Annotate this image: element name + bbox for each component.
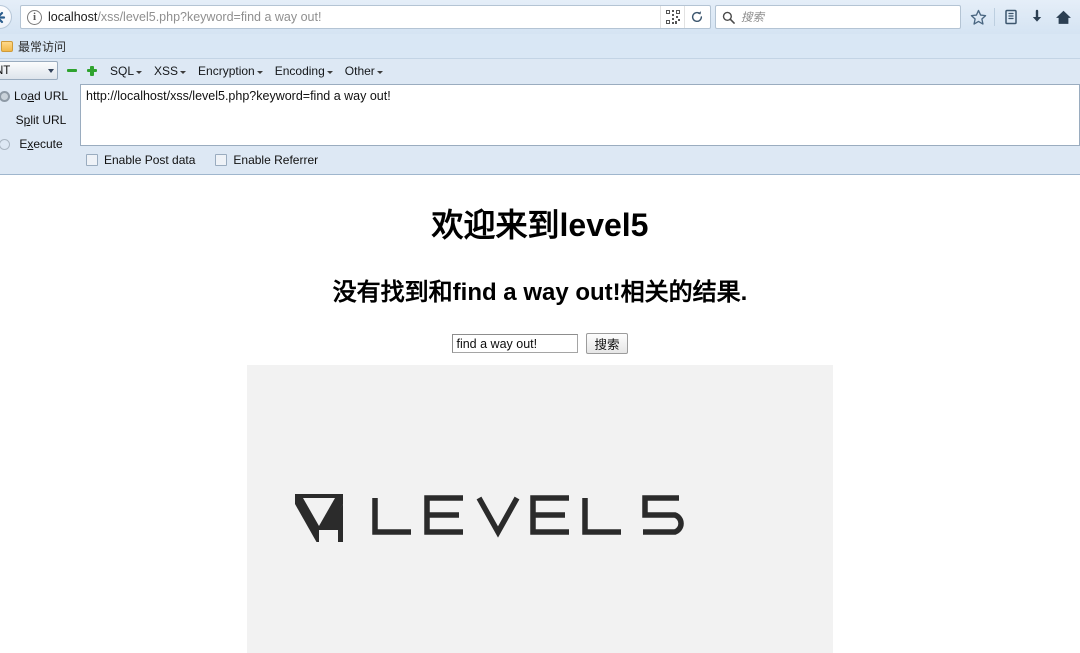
hackbar-menu-xss-label: XSS: [154, 63, 179, 78]
bookmarks-toolbar: 最常访问: [0, 34, 1080, 58]
download-arrow-icon[interactable]: [1024, 4, 1050, 30]
hackbar-profile-value: NT: [0, 64, 11, 77]
download-glyph: [1032, 9, 1042, 22]
star-glyph: [970, 9, 986, 25]
chevron-down-icon: [376, 70, 383, 74]
chevron-down-icon: [180, 70, 187, 74]
hackbar-menu-xss[interactable]: XSS: [154, 63, 187, 78]
hackbar-options: Enable Post data Enable Referrer: [80, 149, 1080, 171]
gear-icon: [0, 90, 12, 102]
back-button[interactable]: [0, 4, 16, 30]
browser-chrome: i localhost/xss/level5.php?keyword=find …: [0, 0, 1080, 58]
hackbar-profile-select[interactable]: NT: [0, 61, 58, 80]
hackbar-panel: NT SQL XSS Encryption Encoding Other: [0, 58, 1080, 175]
hackbar-url-column: http://localhost/xss/level5.php?keyword=…: [80, 82, 1080, 171]
hackbar-menu-sql[interactable]: SQL: [110, 63, 143, 78]
hackbar-menubar: NT SQL XSS Encryption Encoding Other: [0, 59, 1080, 82]
hackbar-menu-encoding[interactable]: Encoding: [275, 64, 333, 78]
load-url-label: Load URL: [13, 89, 69, 103]
back-arrow-icon[interactable]: [0, 5, 12, 29]
hackbar-action-column: Load URL Split URL Execute: [0, 82, 80, 156]
split-url-button[interactable]: Split URL: [0, 108, 80, 132]
reload-glyph: [691, 11, 702, 23]
chevron-down-icon: [48, 68, 54, 73]
url-path: /xss/level5.php?keyword=find a way out!: [97, 10, 322, 24]
bookmark-label: 最常访问: [18, 39, 67, 54]
hackbar-url-textarea[interactable]: http://localhost/xss/level5.php?keyword=…: [80, 84, 1080, 146]
split-url-label: Split URL: [15, 113, 67, 127]
search-placeholder-text: 搜索: [741, 12, 764, 24]
enable-referrer-label: Enable Referrer: [233, 153, 319, 167]
bookmark-most-visited[interactable]: 最常访问: [0, 36, 71, 57]
home-glyph: [1055, 10, 1071, 24]
execute-button[interactable]: Execute: [0, 132, 80, 156]
hackbar-body: Load URL Split URL Execute http://localh…: [0, 82, 1080, 171]
reload-icon[interactable]: [684, 6, 708, 28]
page-content: 欢迎来到level5 没有找到和find a way out!相关的结果. 搜索: [0, 175, 1080, 653]
info-icon[interactable]: i: [27, 9, 42, 25]
qr-code-icon[interactable]: [660, 6, 684, 28]
execute-label: Execute: [19, 137, 63, 151]
hackbar-menu-other-label: Other: [344, 63, 375, 78]
level5-wordmark: [372, 494, 684, 538]
home-icon[interactable]: [1050, 4, 1076, 30]
url-host: localhost: [48, 10, 98, 24]
qr-code-glyph: [665, 10, 680, 24]
chrome-button-group: [965, 4, 1076, 30]
search-button[interactable]: 搜索: [586, 333, 628, 354]
keyword-search-form: 搜索: [0, 333, 1080, 354]
url-text: localhost/xss/level5.php?keyword=find a …: [48, 6, 660, 28]
search-bar[interactable]: 搜索: [715, 5, 961, 29]
chevron-down-icon: [326, 70, 333, 74]
hackbar-menu-encryption[interactable]: Encryption: [198, 64, 263, 78]
logo-wrap: [293, 492, 787, 544]
search-input[interactable]: [452, 334, 579, 353]
load-url-button[interactable]: Load URL: [0, 84, 80, 108]
chevron-down-icon: [256, 70, 263, 74]
folder-icon: [1, 40, 13, 52]
toolbar-divider: [994, 8, 995, 26]
hackbar-menu-encryption-label: Encryption: [198, 63, 255, 78]
checkbox-box[interactable]: [215, 154, 228, 166]
enable-referrer-checkbox[interactable]: Enable Referrer: [215, 153, 318, 167]
hackbar-menu-other[interactable]: Other: [345, 64, 383, 78]
chevron-down-icon: [136, 70, 143, 74]
level-logo-image: [247, 365, 833, 653]
enable-post-data-checkbox[interactable]: Enable Post data: [86, 153, 195, 167]
search-icon: [722, 11, 735, 24]
library-glyph: [1005, 9, 1017, 25]
page-title: 欢迎来到level5: [431, 207, 649, 243]
navigation-toolbar: i localhost/xss/level5.php?keyword=find …: [0, 0, 1080, 34]
search-result-message: 没有找到和find a way out!相关的结果.: [332, 279, 748, 306]
level5-v-mark-icon: [295, 493, 343, 542]
expand-icon[interactable]: [86, 65, 98, 77]
back-arrow-glyph: [0, 11, 5, 23]
hackbar-menu-encoding-label: Encoding: [274, 63, 325, 78]
collapse-icon[interactable]: [66, 65, 78, 77]
hackbar-menu-sql-label: SQL: [110, 63, 135, 78]
execute-icon: [0, 138, 12, 150]
library-icon[interactable]: [998, 4, 1024, 30]
star-icon[interactable]: [965, 4, 991, 30]
url-bar[interactable]: i localhost/xss/level5.php?keyword=find …: [20, 5, 711, 29]
enable-post-data-label: Enable Post data: [104, 153, 196, 167]
checkbox-box[interactable]: [86, 154, 98, 166]
